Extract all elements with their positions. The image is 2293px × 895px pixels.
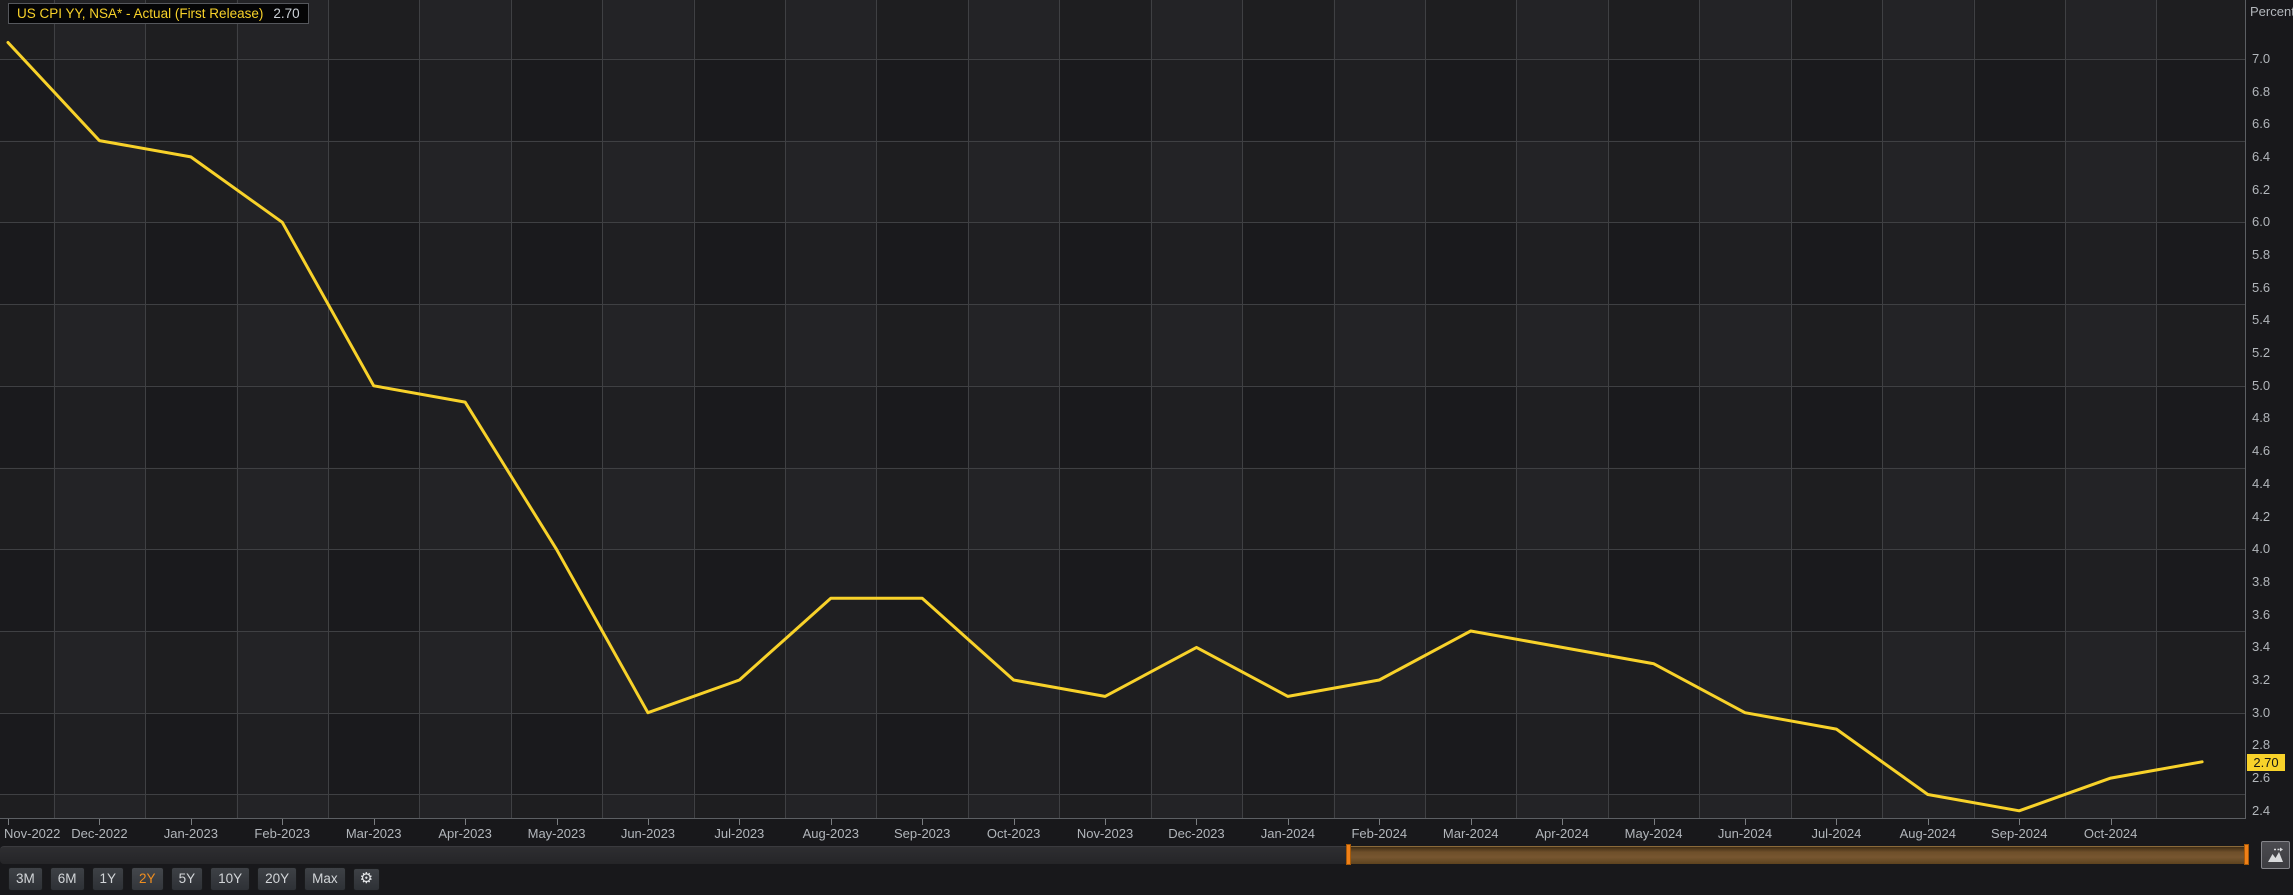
y-axis-label: 7.0 — [2252, 51, 2270, 67]
plot-column-shade — [0, 0, 54, 819]
restore-chart-button[interactable] — [2261, 841, 2290, 869]
series-legend-value: 2.70 — [273, 5, 299, 22]
chart-restore-icon — [2267, 847, 2284, 863]
y-axis-label: 5.4 — [2252, 312, 2270, 328]
plot-column-shade — [145, 0, 236, 819]
x-axis-label: Sep-2023 — [894, 826, 950, 841]
y-axis-label: 2.6 — [2252, 770, 2270, 786]
range-handle-right[interactable] — [2244, 844, 2249, 865]
range-button-10y[interactable]: 10Y — [210, 867, 250, 891]
x-axis-label: Jul-2024 — [1811, 826, 1861, 841]
series-legend-label: US CPI YY, NSA* - Actual (First Release) — [17, 5, 263, 22]
series-legend[interactable]: US CPI YY, NSA* - Actual (First Release)… — [8, 3, 309, 24]
y-axis-label: 6.0 — [2252, 214, 2270, 230]
y-axis-label: 3.2 — [2252, 672, 2270, 688]
x-axis-label: May-2024 — [1625, 826, 1683, 841]
x-axis-label: May-2023 — [528, 826, 586, 841]
x-axis-label: Mar-2023 — [346, 826, 402, 841]
y-axis-label: 6.2 — [2252, 182, 2270, 198]
y-axis-label: 6.6 — [2252, 116, 2270, 132]
x-axis-label: Feb-2023 — [254, 826, 310, 841]
plot-column-shade — [328, 0, 419, 819]
x-axis-label: Jun-2023 — [621, 826, 675, 841]
range-button-6m[interactable]: 6M — [50, 867, 85, 891]
gear-icon: ⚙ — [360, 870, 373, 887]
x-axis-label: Nov-2022 — [4, 826, 60, 841]
time-range-toolbar: 3M 6M 1Y2Y 5Y10Y 20Y Max ⚙ — [8, 866, 380, 892]
y-axis-label: 5.6 — [2252, 280, 2270, 296]
x-axis-label: Nov-2023 — [1077, 826, 1133, 841]
x-axis-label: Jan-2023 — [164, 826, 218, 841]
range-button-2y[interactable]: 2Y — [131, 867, 164, 891]
y-axis-label: 6.8 — [2252, 84, 2270, 100]
y-axis-label: 5.8 — [2252, 247, 2270, 263]
range-handle-left[interactable] — [1346, 844, 1351, 865]
x-axis-label: Jul-2023 — [714, 826, 764, 841]
chart-plot-area[interactable] — [0, 0, 2293, 895]
y-axis-label: 4.0 — [2252, 541, 2270, 557]
x-axis-label: Feb-2024 — [1351, 826, 1407, 841]
y-axis-title: Percent — [2250, 4, 2293, 19]
plot-column-shade — [1974, 0, 2065, 819]
plot-column-shade — [1425, 0, 1516, 819]
plot-column-shade — [2156, 0, 2246, 819]
plot-column-shade — [1791, 0, 1882, 819]
y-axis-label: 5.2 — [2252, 345, 2270, 361]
y-axis-label: 5.0 — [2252, 378, 2270, 394]
x-axis-label: Aug-2024 — [1900, 826, 1956, 841]
timeline-selected-range[interactable] — [1349, 846, 2249, 864]
x-axis-label: Aug-2023 — [803, 826, 859, 841]
y-axis-label: 4.2 — [2252, 509, 2270, 525]
x-axis-label: Apr-2024 — [1535, 826, 1588, 841]
y-axis-label: 4.8 — [2252, 410, 2270, 426]
y-axis-label: 4.4 — [2252, 476, 2270, 492]
x-axis-label: Sep-2024 — [1991, 826, 2047, 841]
plot-column-shade — [876, 0, 967, 819]
range-button-3m[interactable]: 3M — [8, 867, 43, 891]
y-axis-label: 4.6 — [2252, 443, 2270, 459]
range-button-20y[interactable]: 20Y — [257, 867, 297, 891]
x-axis-label: Mar-2024 — [1443, 826, 1499, 841]
y-axis-label: 3.4 — [2252, 639, 2270, 655]
y-axis-label: 3.6 — [2252, 607, 2270, 623]
x-axis-label: Dec-2023 — [1168, 826, 1224, 841]
x-axis-label: Dec-2022 — [71, 826, 127, 841]
y-axis-label: 3.0 — [2252, 705, 2270, 721]
range-button-max[interactable]: Max — [304, 867, 346, 891]
chart-settings-button[interactable]: ⚙ — [353, 868, 380, 891]
range-button-1y[interactable]: 1Y — [92, 867, 125, 891]
y-axis-label: 6.4 — [2252, 149, 2270, 165]
range-button-5y[interactable]: 5Y — [171, 867, 204, 891]
y-axis-label: 3.8 — [2252, 574, 2270, 590]
last-value-tag: 2.70 — [2247, 754, 2285, 771]
x-axis-label: Oct-2024 — [2084, 826, 2137, 841]
plot-column-shade — [511, 0, 602, 819]
x-axis-label: Jun-2024 — [1718, 826, 1772, 841]
x-axis-label: Oct-2023 — [987, 826, 1040, 841]
plot-column-shade — [1608, 0, 1699, 819]
x-axis-label: Apr-2023 — [438, 826, 491, 841]
x-axis-label: Jan-2024 — [1261, 826, 1315, 841]
chart-window: US CPI YY, NSA* - Actual (First Release)… — [0, 0, 2293, 895]
plot-column-shade — [694, 0, 785, 819]
y-axis-label: 2.4 — [2252, 803, 2270, 819]
y-axis-label: 2.8 — [2252, 737, 2270, 753]
